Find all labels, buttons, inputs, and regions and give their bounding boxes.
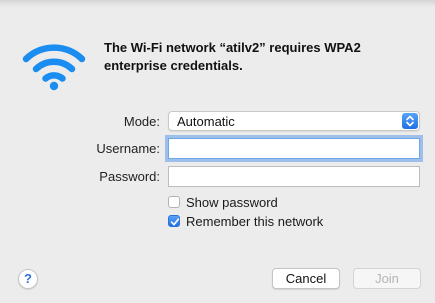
- username-row: Username:: [0, 138, 435, 160]
- mode-label: Mode:: [123, 114, 160, 129]
- question-mark-icon: ?: [24, 271, 32, 286]
- password-label: Password:: [99, 169, 160, 184]
- dialog-message: The Wi-Fi network “atilv2” requires WPA2…: [104, 40, 361, 73]
- remember-network-checkbox[interactable]: [168, 215, 180, 227]
- show-password-checkbox[interactable]: [168, 196, 180, 208]
- mode-select-value: Automatic: [177, 114, 235, 129]
- dialog-top-edge: [0, 1, 435, 7]
- password-field[interactable]: [168, 166, 420, 187]
- wifi-icon: [22, 41, 86, 93]
- chevron-up-down-icon: [402, 113, 418, 129]
- remember-network-label: Remember this network: [186, 214, 324, 229]
- password-row: Password:: [0, 166, 435, 188]
- username-label: Username:: [96, 141, 160, 156]
- show-password-label: Show password: [186, 195, 278, 210]
- checkmark-icon: [170, 218, 180, 226]
- cancel-button[interactable]: Cancel: [272, 268, 340, 289]
- remember-network-option[interactable]: Remember this network: [168, 214, 408, 230]
- show-password-option[interactable]: Show password: [168, 195, 408, 211]
- help-button[interactable]: ?: [18, 269, 38, 289]
- join-button[interactable]: Join: [353, 268, 421, 289]
- wifi-credentials-dialog: The Wi-Fi network “atilv2” requires WPA2…: [0, 0, 435, 303]
- username-field[interactable]: [168, 138, 420, 159]
- mode-select[interactable]: Automatic: [168, 111, 420, 131]
- mode-row: Mode: Automatic: [0, 111, 435, 133]
